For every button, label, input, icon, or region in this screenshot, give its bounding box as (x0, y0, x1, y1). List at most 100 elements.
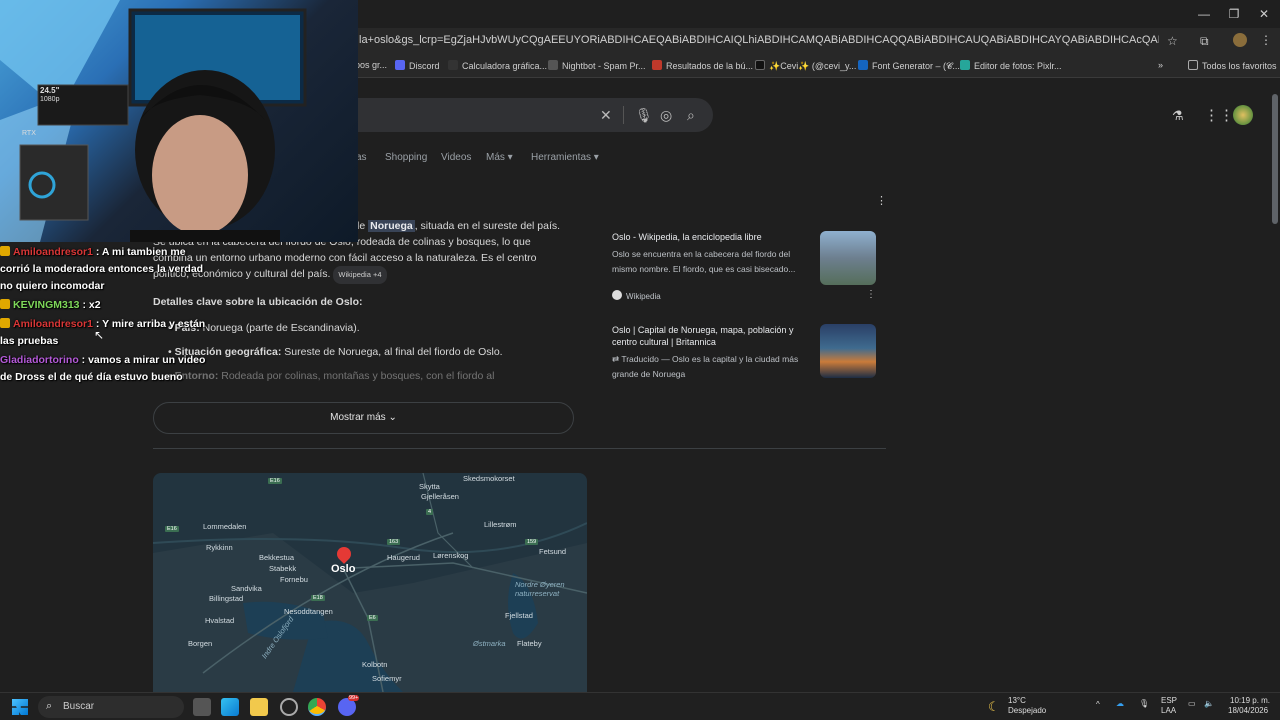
bookmark-star-icon[interactable]: ☆ (1167, 34, 1178, 48)
clock-time[interactable]: 10:19 p. m. (1230, 696, 1270, 705)
monitor-box-text: 24.5" (40, 86, 60, 95)
mic-icon[interactable]: 🎙 (635, 107, 653, 124)
source-pill[interactable]: Wikipedia +4 (333, 266, 387, 284)
bullet-pais: • País: Noruega (parte de Escandinavia). (168, 322, 360, 334)
bookmark-0[interactable]: pos gr... (355, 60, 387, 70)
folder-icon (1188, 60, 1198, 70)
tab-shopping[interactable]: Shopping (385, 152, 427, 163)
apps-grid-icon[interactable]: ⋮⋮ (1204, 106, 1234, 124)
details-heading: Detalles clave sobre la ubicación de Osl… (153, 296, 363, 308)
tab-tools[interactable]: Herramientas ▾ (531, 152, 599, 163)
network-icon[interactable]: ▭ (1188, 699, 1196, 708)
scrollbar-thumb[interactable] (1272, 94, 1278, 224)
taskbar-search[interactable]: ⌕ Buscar (38, 696, 184, 718)
file-explorer-icon[interactable] (250, 698, 268, 716)
minimize-icon[interactable]: — (1190, 4, 1218, 24)
road-shield: E18 (311, 595, 325, 601)
labs-icon[interactable]: ⚗ (1172, 108, 1184, 124)
bookmarks-overflow[interactable]: » (1158, 60, 1163, 70)
chat-message: Gladiadortorino : vamos a mirar un video… (0, 354, 206, 383)
clock-date[interactable]: 18/04/2026 (1228, 706, 1268, 715)
chat-username: Amiloandresor1 (13, 318, 93, 330)
map-label: Skytta (419, 482, 440, 491)
extensions-icon[interactable]: ⧉ (1200, 34, 1209, 49)
tray-chevron-icon[interactable]: ^ (1096, 700, 1100, 709)
gpu-box-text: RTX (22, 130, 36, 137)
menu-kebab-icon[interactable]: ⋮ (1260, 33, 1272, 47)
moon-weather-icon[interactable]: ☾ (988, 699, 1000, 715)
section-divider (153, 448, 886, 449)
chat-message: Amiloandresor1 : A mi tambien me corrió … (0, 246, 204, 292)
map-label: Sandvika (231, 584, 262, 593)
subscriber-badge-icon (0, 318, 10, 328)
tab-videos[interactable]: Videos (441, 152, 471, 163)
obs-icon[interactable] (280, 698, 298, 716)
lens-icon[interactable]: ◎ (660, 107, 672, 124)
map-label: Fornebu (280, 575, 308, 584)
subscriber-badge-icon (0, 299, 10, 309)
chat-message: Amiloandresor1 : Y mire arriba y están l… (0, 318, 206, 347)
road-shield: 4 (426, 509, 434, 515)
close-icon[interactable]: ✕ (1250, 4, 1278, 24)
bookmark-pixlr[interactable]: Editor de fotos: Pixlr... (960, 60, 1062, 71)
divider (623, 106, 624, 124)
bookmark-nightbot[interactable]: Nightbot - Spam Pr... (548, 60, 646, 71)
map-label: Kolbotn (362, 660, 388, 669)
restore-icon[interactable]: ❐ (1220, 4, 1248, 24)
taskbar: ⌕ Buscar 99+ ☾ 13°C Despejado ^ ☁ 🎙 ESP … (0, 692, 1280, 720)
chat-username: Amiloandresor1 (13, 246, 93, 258)
overview-text: le (357, 220, 366, 232)
language-indicator[interactable]: ESP (1161, 696, 1177, 705)
task-view-icon[interactable] (193, 698, 211, 716)
bookmarks-bar: pos gr... Discord Calculadora gráfica...… (355, 56, 1280, 78)
windows-start-icon[interactable] (12, 699, 28, 715)
mouse-cursor-icon: ↖ (94, 328, 105, 342)
language-layout[interactable]: LAA (1161, 706, 1176, 715)
map-label: Bekkestua (259, 553, 295, 562)
highlight-noruega: Noruega (368, 220, 415, 232)
bookmark-resultados[interactable]: Resultados de la bú... (652, 60, 753, 71)
road-shield: 163 (387, 539, 401, 545)
source-title[interactable]: Oslo | Capital de Noruega, mapa, poblaci… (612, 324, 814, 348)
overview-menu-icon[interactable]: ⋮ (876, 194, 887, 207)
url-field[interactable]: la+oslo&gs_lcrp=EgZjaHJvbWUyCQgAEEUYORiA… (359, 34, 1159, 46)
bookmark-discord[interactable]: Discord (395, 60, 440, 71)
onedrive-icon[interactable]: ☁ (1116, 699, 1124, 708)
search-input[interactable]: ✕ 🎙 ◎ ⌕ (355, 98, 713, 132)
pixlr-icon (960, 60, 970, 70)
volume-icon[interactable]: 🔈 (1204, 699, 1214, 708)
source-snippet: ⇄ Traducido — Oslo es la capital y la ci… (612, 354, 799, 379)
chrome-icon[interactable] (308, 698, 326, 716)
clear-icon[interactable]: ✕ (600, 107, 612, 124)
source-card-wikipedia[interactable]: Oslo - Wikipedia, la enciclopedia libre … (602, 223, 884, 313)
map-label: Flateby (517, 639, 542, 648)
road-shield: 159 (525, 539, 539, 545)
search-icon[interactable]: ⌕ (687, 107, 695, 124)
mic-icon[interactable]: 🎙 (1139, 699, 1149, 708)
notification-badge: 99+ (348, 695, 360, 701)
profile-avatar[interactable] (1233, 33, 1247, 47)
source-title[interactable]: Oslo - Wikipedia, la enciclopedia libre (612, 231, 814, 243)
edge-icon[interactable] (221, 698, 239, 716)
source-menu-icon[interactable]: ⋮ (866, 289, 876, 300)
source-card-britannica[interactable]: Oslo | Capital de Noruega, mapa, poblaci… (602, 318, 884, 380)
map-label: Østmarka (473, 639, 506, 648)
weather-temp[interactable]: 13°C (1008, 696, 1026, 705)
chat-username: Gladiadortorino (0, 354, 79, 366)
calculator-icon (448, 60, 458, 70)
tab-more[interactable]: Más ▾ (486, 152, 513, 163)
map-label: Haugerud (387, 553, 420, 562)
bookmark-font-generator[interactable]: Font Generator – (𝓒... (858, 60, 960, 72)
map-label: Gjelleråsen (421, 492, 459, 501)
subscriber-badge-icon (0, 246, 10, 256)
source-thumbnail (820, 324, 876, 378)
bookmark-calculadora[interactable]: Calculadora gráfica... (448, 60, 547, 71)
show-more-button[interactable]: Mostrar más ⌄ (153, 402, 574, 434)
account-avatar[interactable] (1233, 105, 1253, 125)
map-label: Hvalstad (205, 616, 235, 625)
map[interactable]: Skedsmokorset Skytta Gjelleråsen Lillest… (153, 473, 587, 692)
weather-desc[interactable]: Despejado (1008, 706, 1046, 715)
monitor-box-text: 1080p (40, 96, 60, 103)
all-bookmarks[interactable]: Todos los favoritos (1188, 60, 1277, 71)
bookmark-cevi[interactable]: ✨Cevi✨ (@cevi_y... (755, 60, 856, 72)
